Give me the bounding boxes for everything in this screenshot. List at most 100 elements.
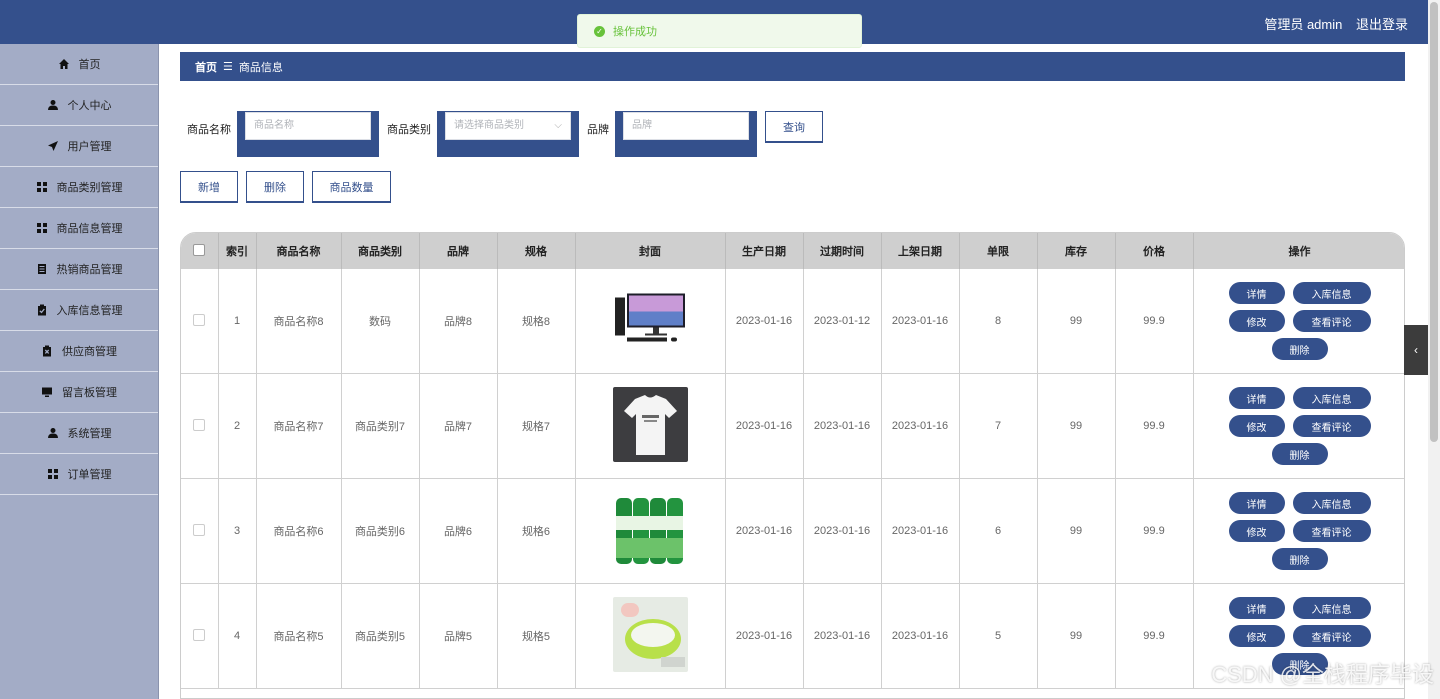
edit-button[interactable]: 修改 <box>1228 625 1285 647</box>
category-cell: 数码 <box>341 269 420 374</box>
brand-cell: 品牌8 <box>419 269 498 374</box>
view-reviews-button[interactable]: 查看评论 <box>1292 625 1371 647</box>
sidebar-item-label: 系统管理 <box>67 428 112 440</box>
send-icon <box>47 140 59 152</box>
category-cell: 商品类别6 <box>341 478 420 584</box>
grid-icon <box>36 181 48 193</box>
name-cell: 商品名称8 <box>256 269 342 374</box>
production-date-cell: 2023-01-16 <box>725 269 804 374</box>
sidebar-item-users[interactable]: 用户管理 <box>0 126 158 167</box>
sidebar-item-messages[interactable]: 留言板管理 <box>0 372 158 413</box>
select-all-checkbox[interactable] <box>193 243 206 256</box>
product-name-input[interactable]: 商品名称 <box>245 112 371 140</box>
grid-icon <box>47 468 59 480</box>
add-button[interactable]: 新增 <box>180 171 238 203</box>
edit-button[interactable]: 修改 <box>1228 310 1285 332</box>
breadcrumb: 首页 ☰ 商品信息 <box>180 52 1405 81</box>
spec-cell: 规格5 <box>497 583 576 689</box>
sidebar-item-categories[interactable]: 商品类别管理 <box>0 167 158 208</box>
document-icon <box>36 263 48 275</box>
sidebar-item-home[interactable]: 首页 <box>0 44 158 85</box>
sidebar-item-system[interactable]: 系统管理 <box>0 413 158 454</box>
sidebar-item-products[interactable]: 商品信息管理 <box>0 208 158 249</box>
green-bowl-image <box>612 597 688 672</box>
scrollbar-thumb[interactable] <box>1430 2 1438 442</box>
expire-date-cell: 2023-01-16 <box>803 583 882 689</box>
column-header: 索引 <box>218 233 257 269</box>
row-delete-button[interactable]: 删除 <box>1271 443 1328 465</box>
sidebar-item-stock-in[interactable]: 入库信息管理 <box>0 290 158 331</box>
sidebar-item-label: 订单管理 <box>67 469 112 481</box>
table-row: 1 商品名称8 数码 品牌8 规格8 2023-01-16 2023-01-12… <box>181 269 1404 374</box>
name-cell: 商品名称5 <box>256 583 342 689</box>
price-cell: 99.9 <box>1115 269 1194 374</box>
category-select[interactable]: 请选择商品类别 ⌵ <box>445 112 571 140</box>
spec-cell: 规格8 <box>497 269 576 374</box>
sidebar-item-label: 入库信息管理 <box>56 305 123 317</box>
row-select-cell <box>181 373 219 479</box>
collapse-panel-button[interactable]: ‹ <box>1404 325 1428 375</box>
listed-date-cell: 2023-01-16 <box>881 269 960 374</box>
edit-button[interactable]: 修改 <box>1228 415 1285 437</box>
index-cell: 1 <box>218 269 257 374</box>
stock-info-button[interactable]: 入库信息 <box>1292 387 1371 409</box>
actions-cell: 详情 入库信息 修改 查看评论 删除 <box>1193 269 1404 374</box>
brand-cell: 品牌7 <box>419 373 498 479</box>
price-cell: 99.9 <box>1115 583 1194 689</box>
stock-info-button[interactable]: 入库信息 <box>1292 282 1371 304</box>
index-cell: 2 <box>218 373 257 479</box>
brand-box: 品牌 <box>615 111 757 157</box>
row-delete-button[interactable]: 删除 <box>1271 548 1328 570</box>
logout-link[interactable]: 退出登录 <box>1356 17 1408 32</box>
sidebar: 首页 个人中心 用户管理 商品类别管理 商品信息管理 热销商品管理 入库信息管理… <box>0 44 159 699</box>
column-header: 价格 <box>1115 233 1194 269</box>
brand-input[interactable]: 品牌 <box>623 112 749 140</box>
check-circle-icon: ✓ <box>594 25 605 37</box>
product-quantity-button[interactable]: 商品数量 <box>312 171 391 203</box>
sidebar-item-suppliers[interactable]: 供应商管理 <box>0 331 158 372</box>
detail-button[interactable]: 详情 <box>1228 597 1285 619</box>
spec-cell: 规格7 <box>497 373 576 479</box>
detail-button[interactable]: 详情 <box>1228 492 1285 514</box>
sidebar-item-profile[interactable]: 个人中心 <box>0 85 158 126</box>
column-header: 过期时间 <box>803 233 882 269</box>
row-select-cell <box>181 478 219 584</box>
column-header: 商品名称 <box>256 233 342 269</box>
listed-date-cell: 2023-01-16 <box>881 373 960 479</box>
row-checkbox[interactable] <box>193 418 206 431</box>
column-header: 封面 <box>575 233 726 269</box>
detail-button[interactable]: 详情 <box>1228 387 1285 409</box>
view-reviews-button[interactable]: 查看评论 <box>1292 415 1371 437</box>
listed-date-cell: 2023-01-16 <box>881 478 960 584</box>
name-cell: 商品名称6 <box>256 478 342 584</box>
row-checkbox[interactable] <box>193 523 206 536</box>
spec-cell: 规格6 <box>497 478 576 584</box>
column-header: 单限 <box>959 233 1038 269</box>
view-reviews-button[interactable]: 查看评论 <box>1292 520 1371 542</box>
page-scrollbar[interactable] <box>1428 0 1440 699</box>
sidebar-item-orders[interactable]: 订单管理 <box>0 454 158 495</box>
cover-cell <box>575 373 726 479</box>
row-checkbox[interactable] <box>193 313 206 326</box>
row-checkbox[interactable] <box>193 628 206 641</box>
row-delete-button[interactable]: 删除 <box>1271 338 1328 360</box>
brand-cell: 品牌6 <box>419 478 498 584</box>
category-cell: 商品类别7 <box>341 373 420 479</box>
limit-cell: 7 <box>959 373 1038 479</box>
stock-info-button[interactable]: 入库信息 <box>1292 597 1371 619</box>
query-button[interactable]: 查询 <box>765 111 823 143</box>
view-reviews-button[interactable]: 查看评论 <box>1292 310 1371 332</box>
index-cell: 3 <box>218 478 257 584</box>
delete-button[interactable]: 删除 <box>246 171 304 203</box>
edit-button[interactable]: 修改 <box>1228 520 1285 542</box>
stock-info-button[interactable]: 入库信息 <box>1292 492 1371 514</box>
breadcrumb-home[interactable]: 首页 <box>195 59 217 75</box>
sidebar-item-hot-products[interactable]: 热销商品管理 <box>0 249 158 290</box>
desktop-computer-image <box>614 293 685 342</box>
select-all-cell <box>181 233 219 269</box>
sidebar-item-label: 商品类别管理 <box>56 182 123 194</box>
cover-cell <box>575 269 726 374</box>
detail-button[interactable]: 详情 <box>1228 282 1285 304</box>
column-header: 库存 <box>1037 233 1116 269</box>
sidebar-item-label: 热销商品管理 <box>56 264 123 276</box>
